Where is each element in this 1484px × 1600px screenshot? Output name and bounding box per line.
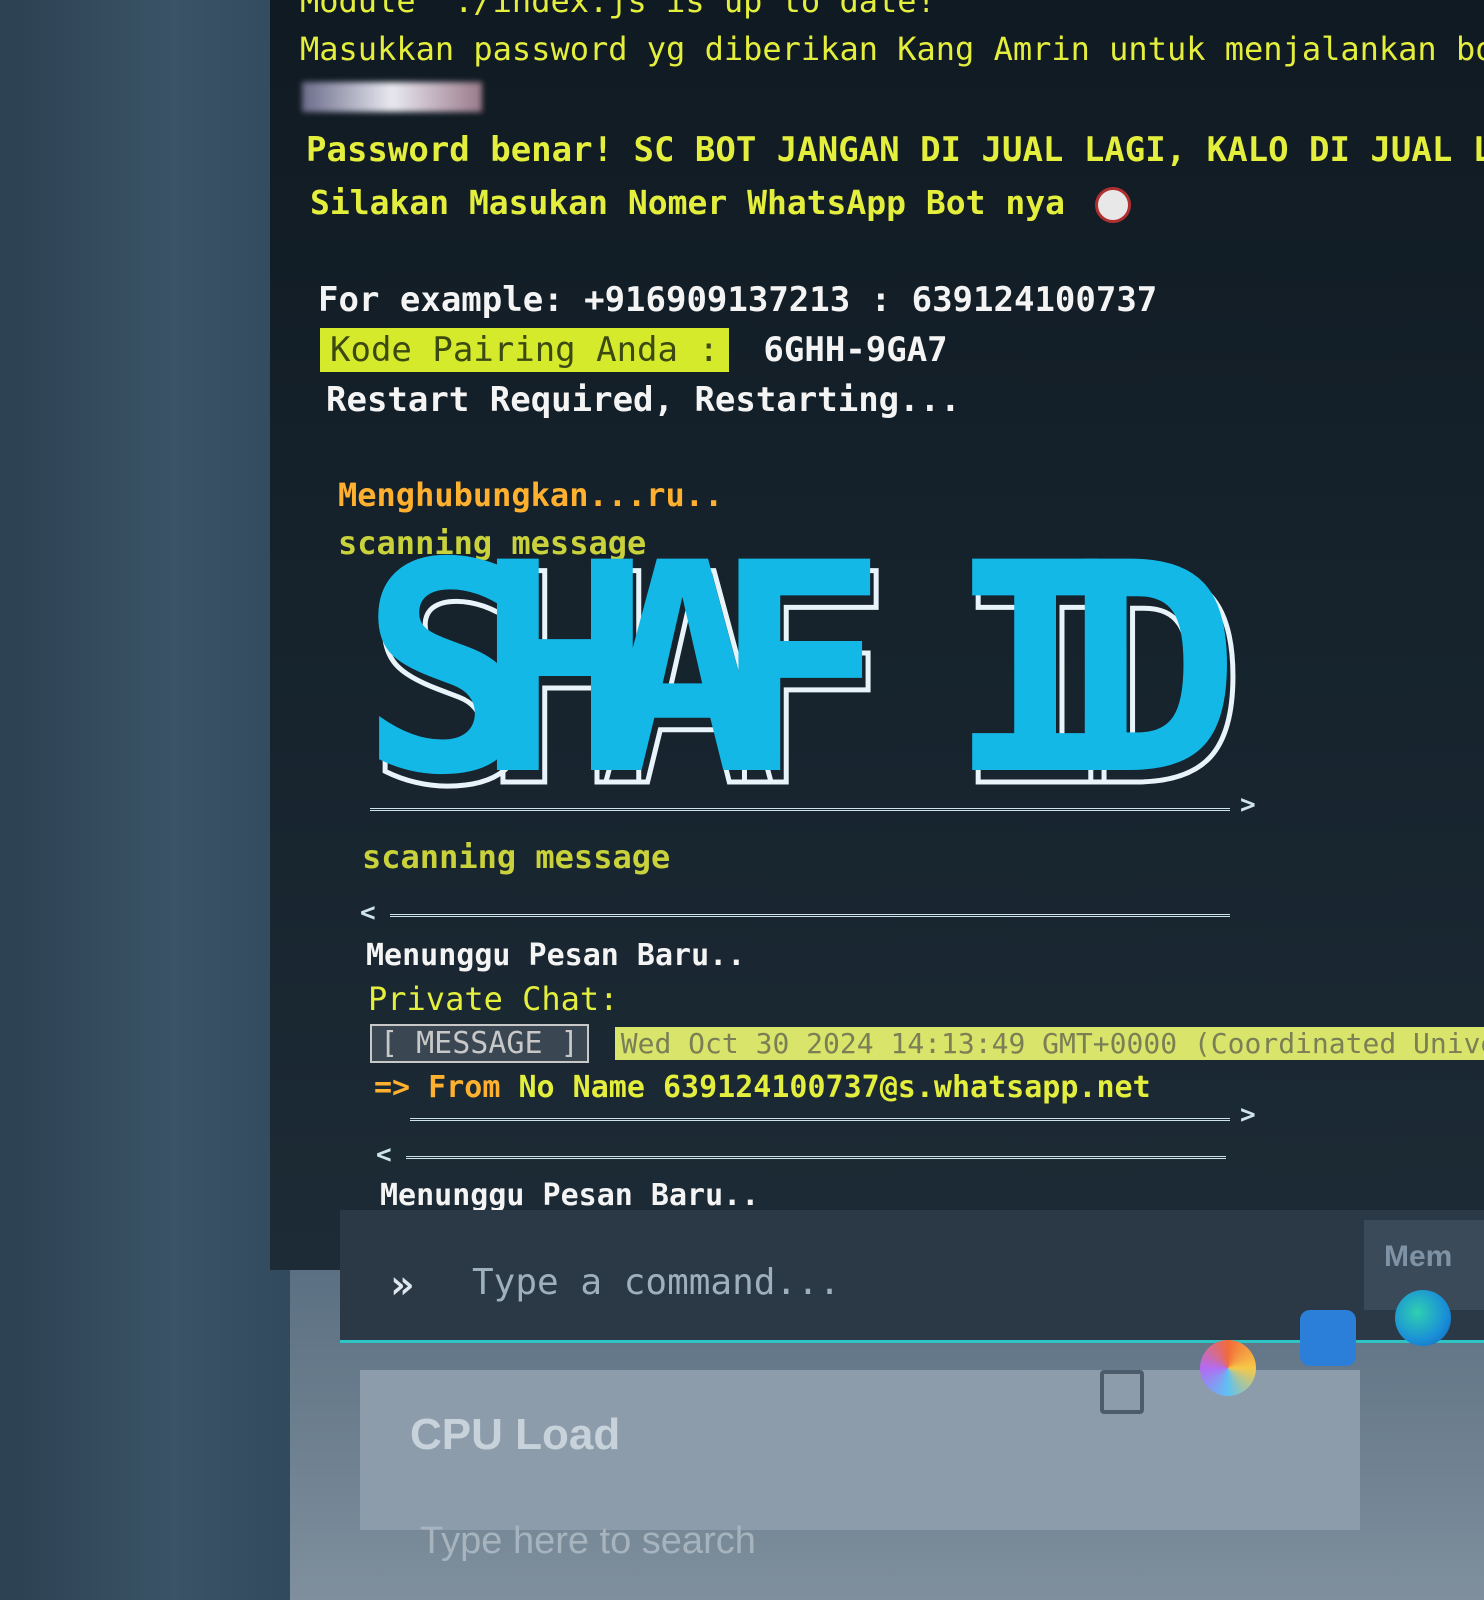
terminal-output: Module './index.js is up to date!' Masuk… — [290, 0, 1484, 1270]
divider-rule-1 — [370, 808, 1230, 811]
command-prompt-icon: » — [390, 1262, 415, 1308]
pairing-code: 6GHH-9GA7 — [763, 330, 948, 370]
enter-number-line: Silakan Masukan Nomer WhatsApp Bot nya — [310, 183, 1131, 223]
divider-arrow-left-2: < — [376, 1140, 392, 1170]
command-input[interactable] — [470, 1256, 1294, 1308]
divider-rule-2 — [390, 914, 1230, 917]
divider-arrow-right-1: > — [1240, 790, 1256, 820]
monitor-bezel — [0, 0, 290, 1600]
divider-arrow-left-1: < — [360, 898, 376, 928]
message-badge: [ MESSAGE ] — [370, 1024, 589, 1063]
task-view-icon[interactable] — [1100, 1370, 1144, 1414]
password-ok-line: Password benar! SC BOT JANGAN DI JUAL LA… — [306, 130, 1484, 170]
terminal-window: Module './index.js is up to date!' Masuk… — [270, 0, 1484, 1270]
shaf-id-banner: SHAF ID SHAF ID — [360, 502, 1300, 854]
cpu-load-label: CPU Load — [410, 1410, 621, 1459]
store-icon[interactable] — [1300, 1310, 1356, 1366]
divider-rule-4 — [406, 1156, 1226, 1159]
waiting-line-2: Menunggu Pesan Baru.. — [380, 1178, 760, 1213]
restart-line: Restart Required, Restarting... — [326, 380, 961, 420]
from-line: => From No Name 639124100737@s.whatsapp.… — [374, 1070, 1151, 1105]
cpu-load-panel: CPU Load — [360, 1370, 1360, 1530]
divider-rule-3 — [410, 1118, 1230, 1121]
divider-arrow-right-2: > — [1240, 1100, 1256, 1130]
message-timestamp: Wed Oct 30 2024 14:13:49 GMT+0000 (Coord… — [614, 1027, 1484, 1060]
from-prefix: => From — [374, 1070, 501, 1105]
banner-text: SHAF ID — [360, 520, 1240, 810]
edge-icon[interactable] — [1395, 1290, 1451, 1346]
from-jid: 639124100737@s.whatsapp.net — [663, 1070, 1151, 1105]
from-name: No Name — [518, 1070, 645, 1105]
pairing-line: Kode Pairing Anda : 6GHH-9GA7 — [320, 328, 948, 372]
redacted-password — [302, 82, 482, 112]
example-line: For example: +916909137213 : 63912410073… — [318, 280, 1158, 320]
private-chat-label: Private Chat: — [368, 980, 619, 1018]
robot-face-icon — [1094, 186, 1131, 223]
copilot-icon[interactable] — [1200, 1340, 1256, 1396]
connecting-line: Menghubungkan...ru.. — [338, 476, 724, 514]
enter-number-text: Silakan Masukan Nomer WhatsApp Bot nya — [310, 183, 1065, 222]
taskbar-search-box[interactable]: Type here to search — [420, 1520, 1120, 1590]
password-prompt-line: Masukkan password yg diberikan Kang Amri… — [300, 30, 1484, 68]
message-line: [ MESSAGE ] Wed Oct 30 2024 14:13:49 GMT… — [370, 1024, 1484, 1063]
scanning-line-2: scanning message — [362, 838, 671, 876]
waiting-line-1: Menunggu Pesan Baru.. — [366, 938, 746, 973]
pairing-label: Kode Pairing Anda : — [320, 328, 729, 372]
module-status-line: Module './index.js is up to date!' — [300, 0, 956, 20]
